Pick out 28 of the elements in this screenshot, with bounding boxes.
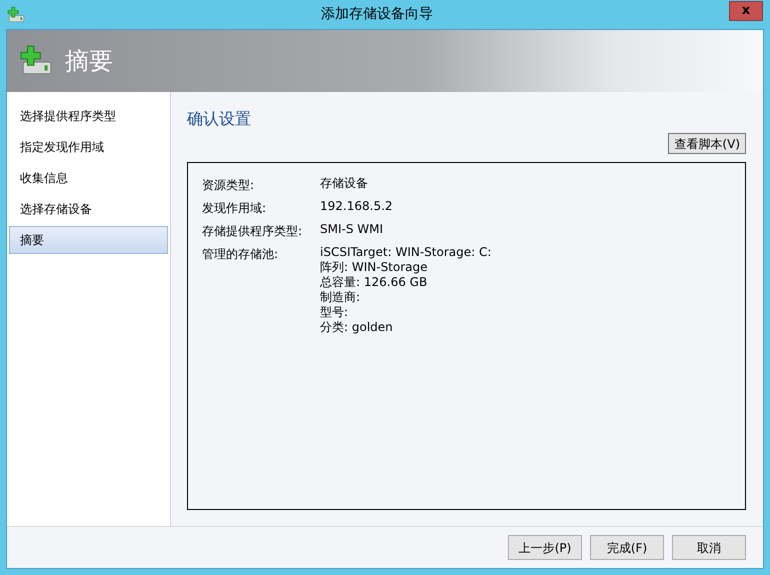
close-button[interactable]: x — [729, 0, 763, 20]
detail-value: 分类: golden — [320, 320, 394, 335]
detail-value: 192.168.5.2 — [320, 199, 393, 214]
sidebar-item[interactable]: 摘要 — [9, 226, 168, 254]
sidebar-item[interactable]: 选择提供程序类型 — [9, 102, 168, 130]
detail-label: 资源类型: — [202, 177, 256, 194]
window-title: 添加存储设备向导 — [320, 5, 434, 24]
wizard-button[interactable]: 取消 — [672, 535, 746, 560]
sidebar-item[interactable]: 指定发现作用域 — [9, 133, 168, 161]
sidebar-item[interactable]: 收集信息 — [9, 164, 168, 192]
detail-value: SMI-S WMI — [320, 222, 384, 237]
detail-value: 阵列: WIN-Storage — [320, 260, 429, 275]
detail-label: 管理的存储池: — [202, 246, 280, 263]
close-icon: x — [742, 0, 750, 20]
wizard-button[interactable]: 上一步(P) — [508, 535, 582, 560]
detail-value: 型号: — [320, 305, 350, 320]
section-title: 确认设置 — [187, 108, 252, 130]
sidebar-item[interactable]: 选择存储设备 — [9, 195, 168, 223]
detail-value: 总容量: 126.66 GB — [320, 275, 428, 290]
page-title: 摘要 — [65, 46, 113, 77]
view-script-button[interactable]: 查看脚本(V) — [668, 133, 746, 154]
add-drive-icon — [7, 6, 25, 24]
detail-label: 存储提供程序类型: — [202, 223, 304, 240]
detail-value: iSCSITarget: WIN-Storage: C: — [320, 245, 492, 260]
detail-label: 发现作用域: — [202, 200, 268, 217]
detail-value: 存储设备 — [320, 176, 368, 191]
wizard-button[interactable]: 完成(F) — [590, 535, 664, 560]
detail-value: 制造商: — [320, 290, 362, 305]
